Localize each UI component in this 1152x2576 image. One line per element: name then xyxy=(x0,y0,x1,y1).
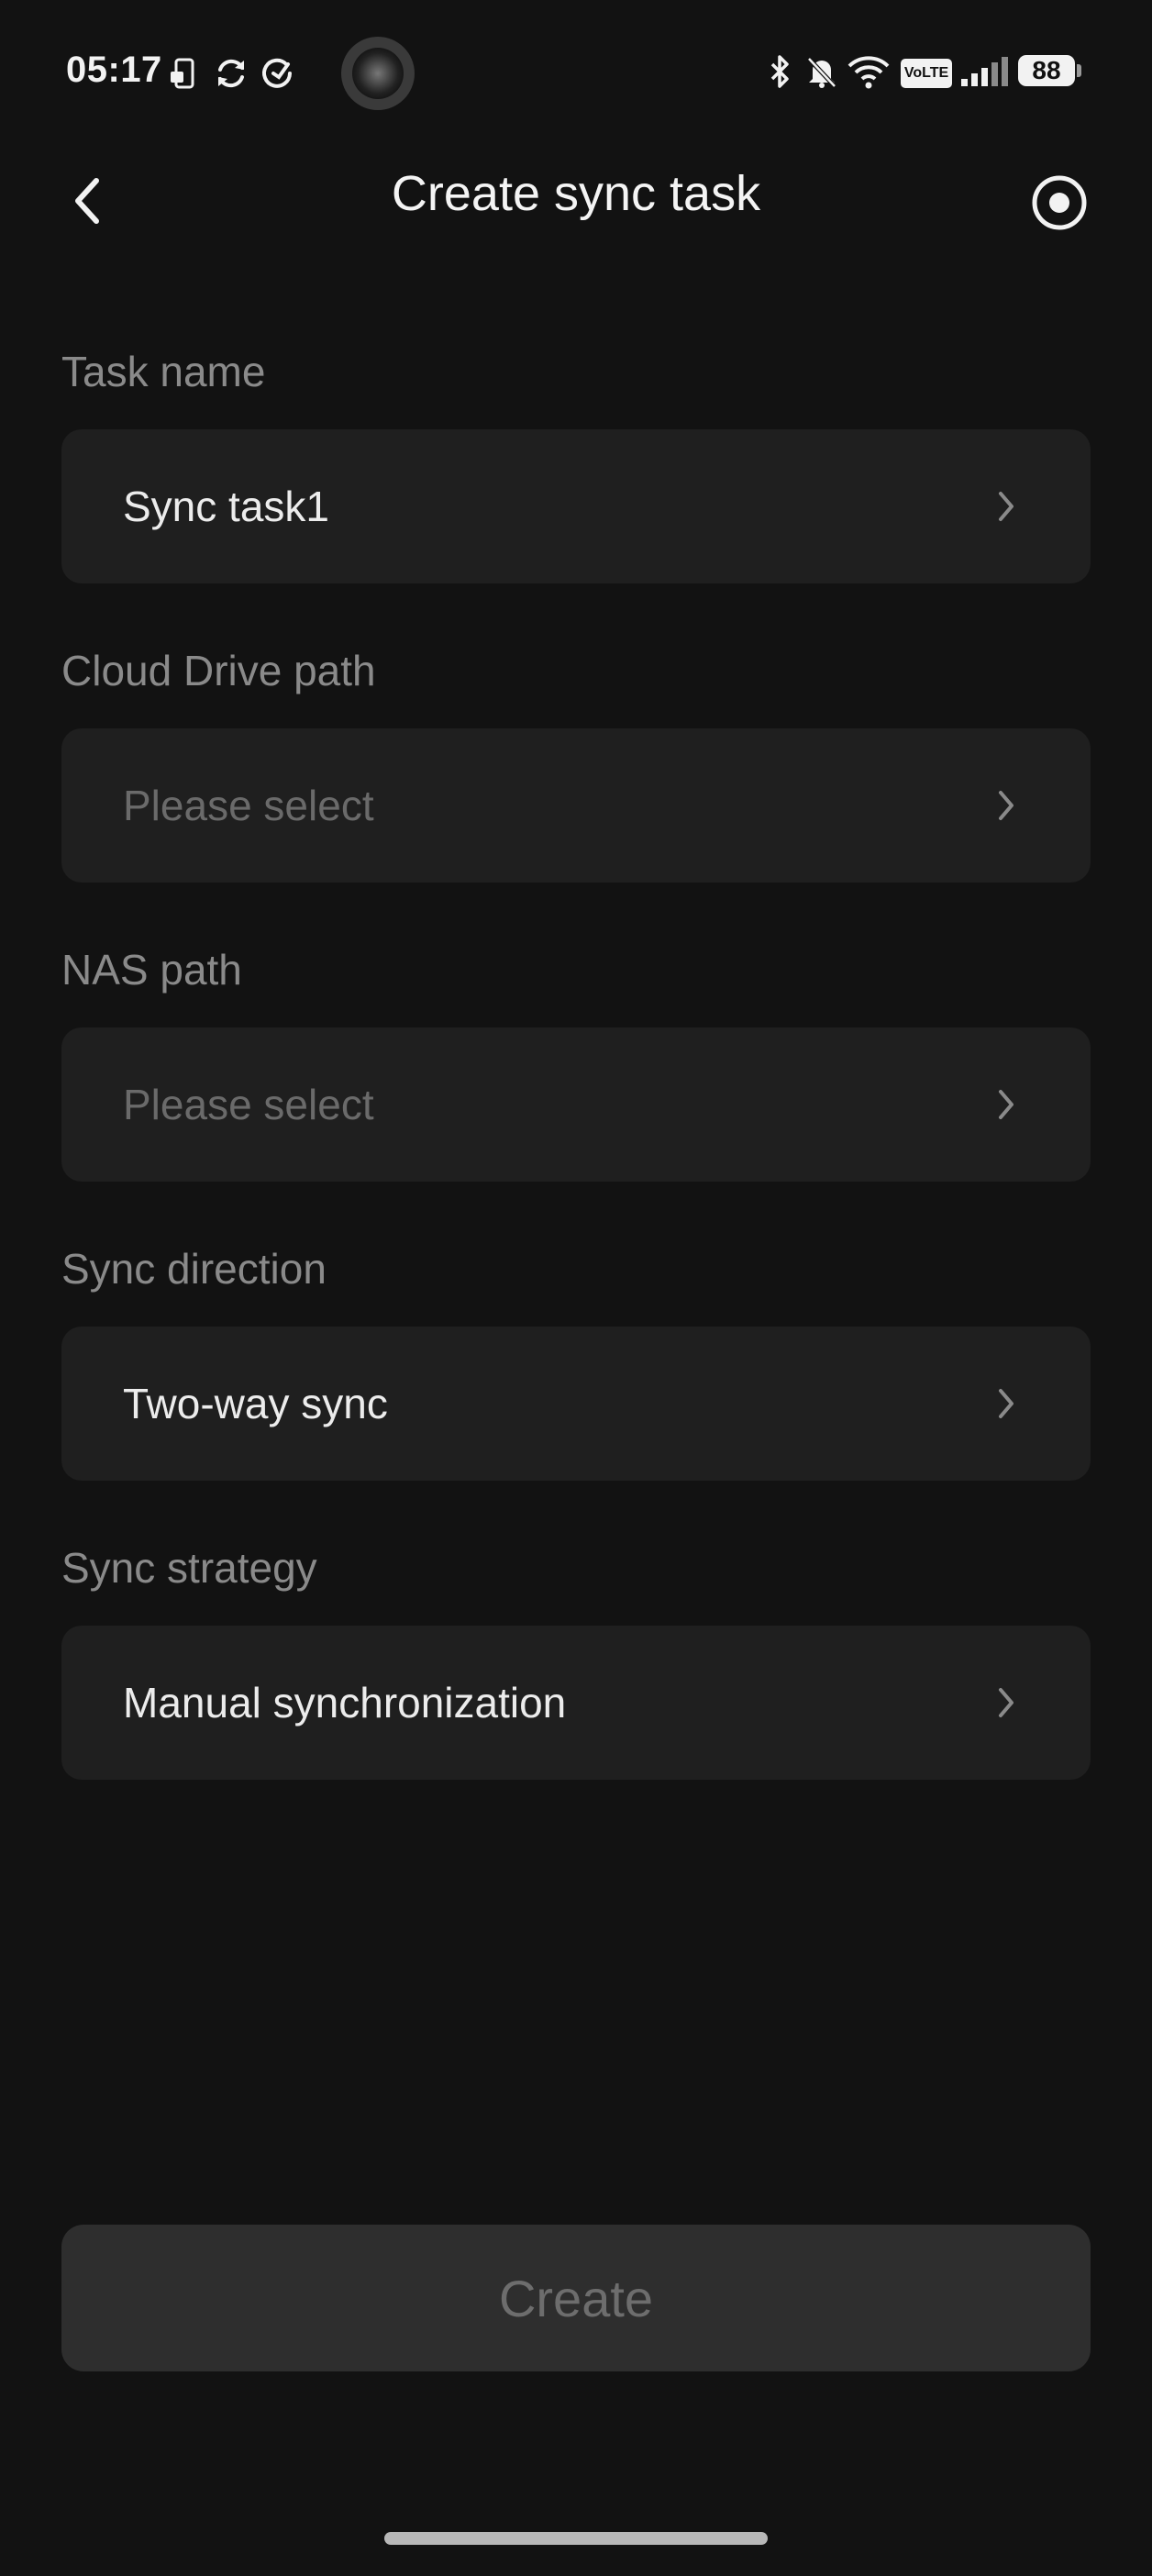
sync-strategy-row[interactable]: Manual synchronization xyxy=(61,1626,1091,1780)
page-title: Create sync task xyxy=(391,166,761,221)
chevron-right-icon xyxy=(988,1086,1025,1123)
status-time: 05:17 xyxy=(66,50,162,90)
field-label: Sync direction xyxy=(61,1245,327,1293)
field-label: NAS path xyxy=(61,946,242,994)
record-button[interactable] xyxy=(1025,169,1093,237)
nas-path-row[interactable]: Please select xyxy=(61,1027,1091,1182)
volte-icon: VoLTE xyxy=(901,59,952,88)
field-value: Sync task1 xyxy=(123,483,329,530)
record-icon xyxy=(1032,175,1087,230)
cloud-drive-path-row[interactable]: Please select xyxy=(61,728,1091,883)
battery-icon: 88 xyxy=(1018,55,1075,86)
phone-lock-icon xyxy=(171,58,194,89)
field-sync-strategy: Sync strategy Manual synchronization xyxy=(61,1536,1091,1780)
signal-icon xyxy=(961,57,1008,86)
field-placeholder: Please select xyxy=(123,782,374,829)
bell-off-icon xyxy=(807,57,836,88)
field-label: Sync strategy xyxy=(61,1544,317,1592)
status-bar: 05:17 VoLTE 88 xyxy=(0,0,1152,147)
sync-direction-row[interactable]: Two-way sync xyxy=(61,1327,1091,1481)
field-nas-path: NAS path Please select xyxy=(61,938,1091,1182)
header: Create sync task xyxy=(0,147,1152,257)
field-label: Task name xyxy=(61,348,266,395)
field-value: Manual synchronization xyxy=(123,1679,567,1727)
sync-task-form: Task name Sync task1 Cloud Drive path Pl… xyxy=(61,339,1091,1835)
app-avatar xyxy=(341,37,415,110)
sync-check-icon xyxy=(262,58,292,88)
home-indicator[interactable] xyxy=(384,2532,768,2545)
field-cloud-drive-path: Cloud Drive path Please select xyxy=(61,638,1091,883)
chevron-right-icon xyxy=(988,488,1025,525)
field-task-name: Task name Sync task1 xyxy=(61,339,1091,583)
task-name-row[interactable]: Sync task1 xyxy=(61,429,1091,583)
create-button[interactable]: Create xyxy=(61,2225,1091,2371)
chevron-right-icon xyxy=(988,787,1025,824)
wifi-icon xyxy=(847,56,890,89)
field-sync-direction: Sync direction Two-way sync xyxy=(61,1237,1091,1481)
chevron-right-icon xyxy=(988,1385,1025,1422)
battery-tip xyxy=(1077,64,1081,77)
sync-icon xyxy=(218,59,244,88)
field-label: Cloud Drive path xyxy=(61,647,376,694)
bluetooth-icon xyxy=(770,55,789,88)
chevron-right-icon xyxy=(988,1684,1025,1721)
field-value: Two-way sync xyxy=(123,1380,388,1427)
field-placeholder: Please select xyxy=(123,1081,374,1128)
